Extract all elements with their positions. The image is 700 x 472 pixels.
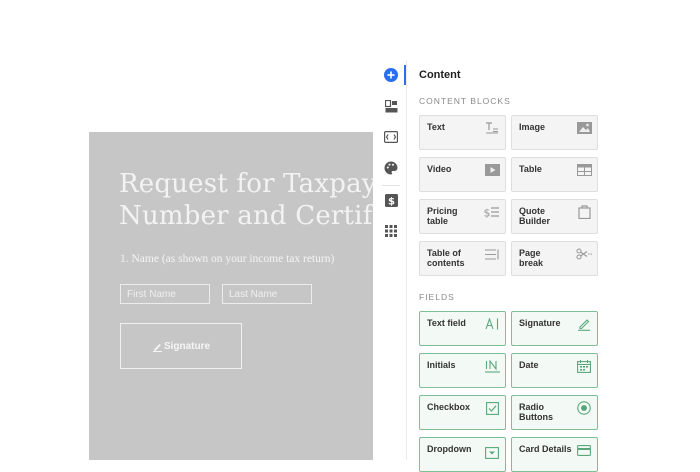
field-label: Initials <box>427 360 456 370</box>
blocks-button[interactable] <box>379 94 403 118</box>
field-label: Dropdown <box>427 444 472 454</box>
field-dropdown[interactable]: Dropdown <box>419 437 506 472</box>
field-signature[interactable]: Signature <box>511 311 598 346</box>
field-label: Text field <box>427 318 466 328</box>
image-icon <box>576 122 592 134</box>
field-radio-buttons[interactable]: Radio Buttons <box>511 395 598 430</box>
block-label: Pricing table <box>427 206 458 226</box>
tool-rail: $ <box>377 60 406 460</box>
pricing-table-icon: $ <box>484 207 499 219</box>
signature-icon <box>578 318 590 331</box>
field-initials[interactable]: Initials <box>419 353 506 388</box>
toc-icon <box>484 248 499 260</box>
field-text-field[interactable]: Text field <box>419 311 506 346</box>
name-field-label: 1. Name (as shown on your income tax ret… <box>120 253 335 265</box>
initials-icon <box>484 359 500 373</box>
field-label: Checkbox <box>427 402 471 412</box>
variables-button[interactable] <box>379 125 403 149</box>
block-text[interactable]: Text <box>419 115 506 150</box>
block-image[interactable]: Image <box>511 115 598 150</box>
field-label: Signature <box>519 318 561 328</box>
field-label: Card Details <box>519 444 572 454</box>
quote-builder-icon <box>577 205 591 219</box>
svg-text:$: $ <box>484 207 491 219</box>
block-label: Image <box>519 122 546 132</box>
block-label: Table of contents <box>427 248 465 268</box>
first-name-field[interactable]: First Name <box>120 284 210 304</box>
block-label: Quote Builder <box>519 206 551 226</box>
pen-icon <box>152 343 162 352</box>
variables-icon <box>384 131 398 143</box>
block-page-break[interactable]: Page break <box>511 241 598 276</box>
fields-heading: FIELDS <box>419 292 455 302</box>
panel-title: Content <box>419 69 461 81</box>
field-card-details[interactable]: Card Details <box>511 437 598 472</box>
calendar-icon <box>577 359 591 373</box>
field-label: Radio Buttons <box>519 402 553 422</box>
add-content-button[interactable] <box>379 63 403 87</box>
apps-button[interactable] <box>379 219 403 243</box>
field-label: Date <box>519 360 539 370</box>
text-field-icon <box>484 318 498 330</box>
document-title: Request for Taxpayer Identification Numb… <box>119 168 373 232</box>
document-preview: Request for Taxpayer Identification Numb… <box>89 132 373 460</box>
field-date[interactable]: Date <box>511 353 598 388</box>
signature-field-label: Signature <box>163 340 211 352</box>
field-checkbox[interactable]: Checkbox <box>419 395 506 430</box>
pricing-button[interactable]: $ <box>379 188 403 212</box>
block-label: Table <box>519 164 542 174</box>
video-icon <box>484 164 500 176</box>
scissors-icon <box>576 248 592 260</box>
block-label: Text <box>427 122 445 132</box>
block-label: Page break <box>519 248 544 268</box>
blocks-icon <box>384 99 397 112</box>
add-icon <box>384 68 398 82</box>
palette-icon <box>384 161 398 175</box>
block-video[interactable]: Video <box>419 157 506 192</box>
card-icon <box>577 444 591 456</box>
svg-text:$: $ <box>388 196 395 207</box>
signature-field[interactable]: Signature <box>120 323 242 369</box>
design-button[interactable] <box>379 156 403 180</box>
block-pricing-table[interactable]: Pricing table $ <box>419 199 506 234</box>
block-label: Video <box>427 164 452 174</box>
block-table[interactable]: Table <box>511 157 598 192</box>
panel-divider <box>406 60 407 460</box>
block-table-of-contents[interactable]: Table of contents <box>419 241 506 276</box>
rail-divider <box>382 185 400 186</box>
text-icon <box>486 122 498 134</box>
apps-icon <box>385 225 397 237</box>
dropdown-icon <box>485 447 499 459</box>
document-title-line-1: Request for Taxpayer Identification <box>119 169 373 199</box>
radio-icon <box>577 401 591 415</box>
block-quote-builder[interactable]: Quote Builder <box>511 199 598 234</box>
checkbox-icon <box>485 401 499 415</box>
table-icon <box>576 164 592 176</box>
content-blocks-heading: CONTENT BLOCKS <box>419 96 511 106</box>
pricing-icon: $ <box>384 193 398 207</box>
last-name-field[interactable]: Last Name <box>222 284 312 304</box>
document-title-line-2: Number and Certification <box>119 201 373 231</box>
